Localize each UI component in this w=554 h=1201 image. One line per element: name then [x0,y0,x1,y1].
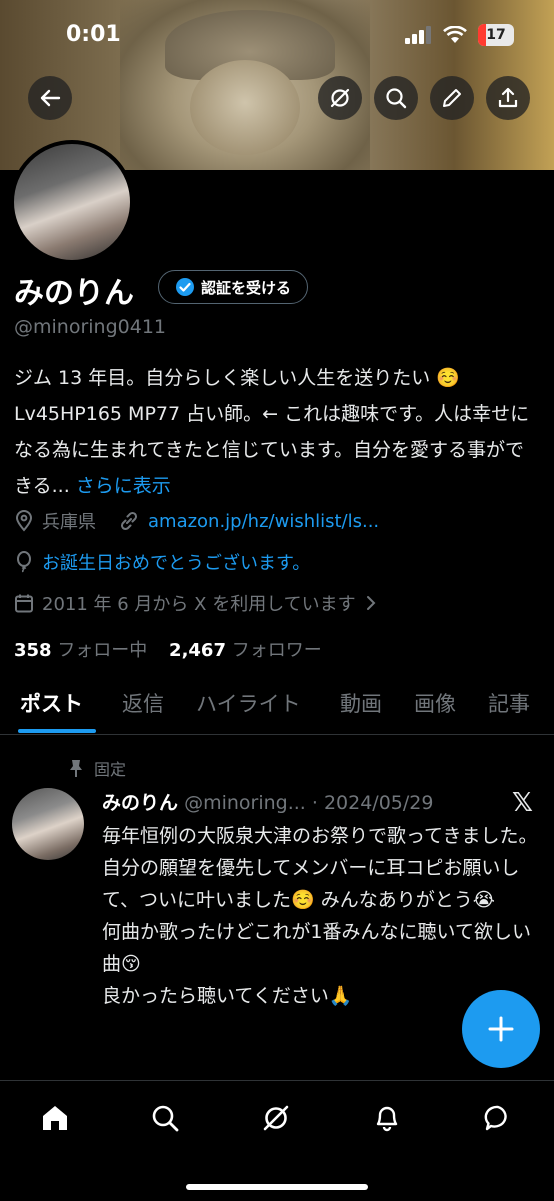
profile-avatar[interactable] [10,140,134,264]
search-icon [152,1105,179,1132]
compose-post-button[interactable] [462,990,540,1068]
location-pin-icon [15,510,33,532]
following-link[interactable]: 358 フォロー中 [14,640,147,661]
edit-button[interactable] [430,76,474,120]
battery-indicator: 17 [478,24,514,46]
chat-bubble-icon [484,1105,507,1131]
calendar-icon [15,594,33,613]
nav-search[interactable] [147,1100,183,1136]
tab-images[interactable]: 画像 [414,688,456,718]
following-label: フォロー中 [57,640,148,661]
status-bar: 0:01 17 [0,0,554,70]
active-tab-indicator [18,729,96,733]
pencil-icon [443,89,461,107]
profile-tabs: ポスト 返信 ハイライト 動画 画像 記事 [0,684,554,735]
pinned-indicator: 固定 [68,756,126,780]
followers-link[interactable]: 2,467 フォロワー [169,640,322,661]
profile-name: みのりん [14,276,134,311]
chevron-right-icon [366,596,376,610]
search-button[interactable] [374,76,418,120]
nav-notifications[interactable] [369,1100,405,1136]
post-header: みのりん @minoring... · 2024/05/29 [102,788,433,815]
profile-location: 兵庫県 [42,512,96,533]
battery-fill [478,24,486,46]
home-icon [43,1106,67,1130]
signal-icon [405,26,431,44]
wifi-icon [443,26,467,43]
share-button[interactable] [486,76,530,120]
tab-videos[interactable]: 動画 [340,688,382,718]
nav-messages[interactable] [480,1100,516,1136]
bottom-navigation [0,1080,554,1201]
nav-grok[interactable] [258,1100,294,1136]
get-verified-button[interactable]: 認証を受ける [158,270,309,304]
grok-icon [263,1105,289,1131]
back-button[interactable] [28,76,72,120]
x-logo-icon: 𝕏 [512,788,533,818]
post-author-handle: @minoring... [184,792,306,814]
share-icon [498,87,518,108]
balloon-icon [17,551,31,573]
bio-show-more-link[interactable]: さらに表示 [76,475,171,497]
birthday-message: お誕生日おめでとうございます。 [42,553,311,574]
profile-meta-location-link: 兵庫県 amazon.jp/hz/wishlist/ls... [14,508,379,534]
tab-highlights[interactable]: ハイライト [196,688,301,718]
tab-replies[interactable]: 返信 [122,688,164,718]
search-icon [386,88,407,109]
grok-button[interactable] [318,76,362,120]
post-date: · 2024/05/29 [311,792,434,814]
verified-badge-icon [176,278,194,296]
follow-stats: 358 フォロー中 2,467 フォロワー [14,636,322,662]
status-time: 0:01 [66,22,121,47]
pin-icon [70,760,82,777]
profile-handle: @minoring0411 [14,316,166,338]
pinned-label: 固定 [94,760,127,779]
profile-meta-birthday: お誕生日おめでとうございます。 [14,549,310,575]
bell-icon [376,1106,398,1132]
arrow-left-icon [40,89,61,107]
followers-count: 2,467 [169,640,226,661]
tab-articles[interactable]: 記事 [488,688,530,718]
home-indicator [186,1184,368,1190]
banner-statue-face [190,60,300,155]
profile-bio: ジム 13 年目。自分らしく楽しい人生を送りたい ☺️ Lv45HP165 MP… [14,360,540,504]
post-author-name[interactable]: みのりん [102,792,178,814]
get-verified-label: 認証を受ける [201,278,292,297]
battery-level: 17 [486,27,506,43]
followers-label: フォロワー [231,640,322,661]
tab-posts[interactable]: ポスト [20,688,83,718]
following-count: 358 [14,640,52,661]
profile-link[interactable]: amazon.jp/hz/wishlist/ls... [148,511,379,532]
profile-meta-joined[interactable]: 2011 年 6 月から X を利用しています [14,590,376,616]
post-author-avatar[interactable] [12,788,84,860]
link-icon [120,511,138,531]
nav-home[interactable] [37,1100,73,1136]
grok-icon [330,88,350,108]
joined-date: 2011 年 6 月から X を利用しています [42,594,356,615]
plus-icon [488,1016,514,1042]
